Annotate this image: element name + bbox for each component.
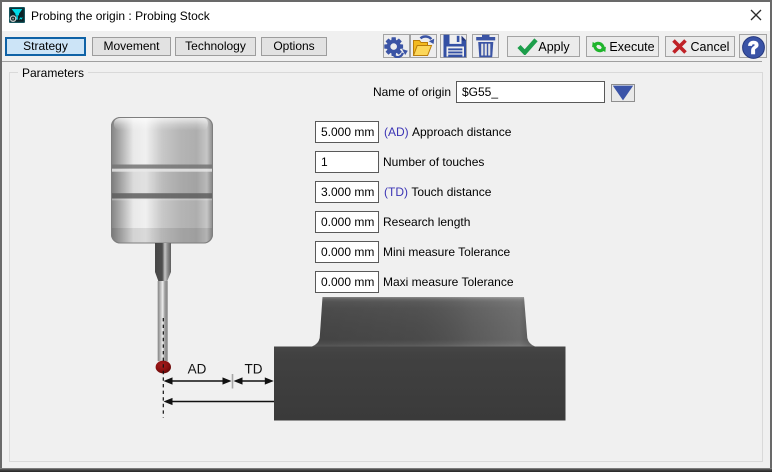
svg-text:TD: TD xyxy=(245,362,263,377)
svg-text:AD: AD xyxy=(188,362,207,377)
